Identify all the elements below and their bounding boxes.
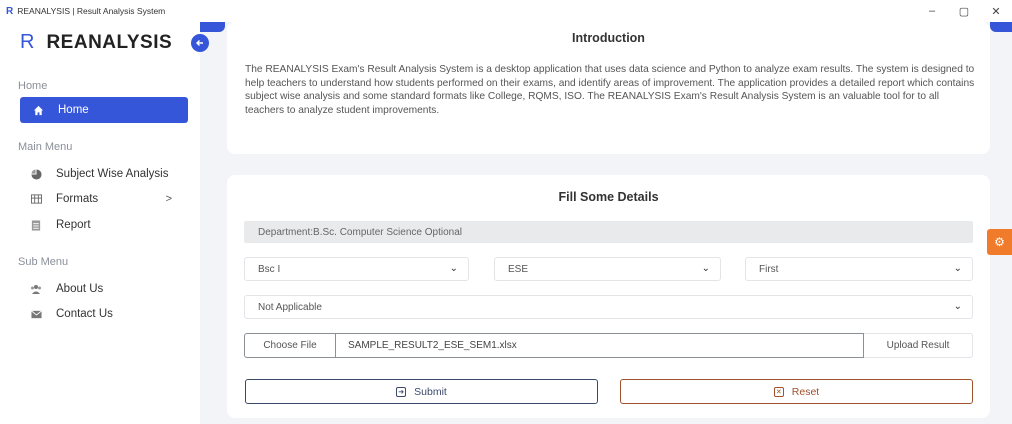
file-upload-group: Choose File SAMPLE_RESULT2_ESE_SEM1.xlsx… [244,333,973,358]
sidebar-item-report[interactable]: Report [20,212,188,238]
semester-select[interactable]: First ⌄ [745,257,973,281]
window-title: REANALYSIS | Result Analysis System [17,6,166,16]
section-label-home: Home [18,80,48,92]
home-icon [32,104,44,116]
section-label-sub-menu: Sub Menu [18,256,69,268]
gear-icon: ⚙ [994,235,1005,249]
sidebar-item-label: About Us [56,283,104,295]
sidebar-item-label: Home [58,104,89,116]
close-button[interactable]: ✕ [980,5,1012,18]
app-icon: R [6,5,14,17]
semester-select-value: First [759,263,779,275]
sidebar-item-subject-wise-analysis[interactable]: Subject Wise Analysis [20,161,188,187]
pie-chart-icon [30,168,42,180]
chevron-down-icon: ⌄ [953,301,962,312]
chevron-down-icon: ⌄ [701,263,710,274]
introduction-text: The REANALYSIS Exam's Result Analysis Sy… [245,64,975,116]
choose-file-button[interactable]: Choose File [244,333,336,358]
department-field: Department:B.Sc. Computer Science Option… [244,221,973,243]
sidebar-item-label: Formats [56,193,99,205]
form-title: Fill Some Details [558,190,659,204]
class-select[interactable]: Bsc I ⌄ [244,257,469,281]
sidebar-item-label: Report [56,219,91,231]
section-label-main-menu: Main Menu [18,141,73,153]
window-controls: – ▢ ✕ [916,0,1012,22]
submit-label: Submit [414,385,447,398]
maximize-button[interactable]: ▢ [948,5,980,18]
chevron-right-icon: > [165,193,172,205]
table-icon [30,193,42,205]
collapse-sidebar-button[interactable] [191,34,209,52]
sidebar-item-formats[interactable]: Formats > [20,186,188,212]
sidebar-item-home[interactable]: Home [20,97,188,123]
envelope-icon [30,308,42,320]
sidebar-item-about-us[interactable]: About Us [20,276,188,302]
selected-file-name: SAMPLE_RESULT2_ESE_SEM1.xlsx [336,333,864,358]
submit-icon: ➜ [396,386,407,397]
header-accent-right [990,22,1012,32]
brand-logo-icon: R [20,31,35,53]
reset-button[interactable]: ✕ Reset [620,379,973,404]
reset-label: Reset [791,385,820,398]
sidebar-item-contact-us[interactable]: Contact Us [20,301,188,327]
introduction-card: Introduction The REANALYSIS Exam's Resul… [227,22,990,154]
settings-tab[interactable]: ⚙ [987,229,1012,255]
upload-result-button[interactable]: Upload Result [864,333,973,358]
sidebar-item-label: Contact Us [56,308,113,320]
header-accent-left [200,22,225,32]
submit-button[interactable]: ➜ Submit [245,379,598,404]
reset-icon: ✕ [773,386,784,397]
optional-subject-select[interactable]: Not Applicable ⌄ [244,295,973,319]
sidebar: R REANALYSIS Home Home Main Menu Subject… [0,22,200,424]
introduction-title: Introduction [572,31,645,45]
brand: R REANALYSIS [20,31,172,54]
document-icon [30,219,42,231]
brand-name: REANALYSIS [46,31,173,53]
arrow-left-icon [196,40,203,46]
chevron-down-icon: ⌄ [953,263,962,274]
users-icon [30,283,42,295]
sidebar-item-label: Subject Wise Analysis [56,168,169,180]
window-titlebar: R REANALYSIS | Result Analysis System – … [0,0,1012,22]
details-form-card: Fill Some Details Department:B.Sc. Compu… [227,175,990,418]
optional-subject-value: Not Applicable [258,301,322,313]
exam-select[interactable]: ESE ⌄ [494,257,721,281]
exam-select-value: ESE [508,263,529,275]
minimize-button[interactable]: – [916,5,948,17]
class-select-value: Bsc I [258,263,281,275]
chevron-down-icon: ⌄ [449,263,458,274]
